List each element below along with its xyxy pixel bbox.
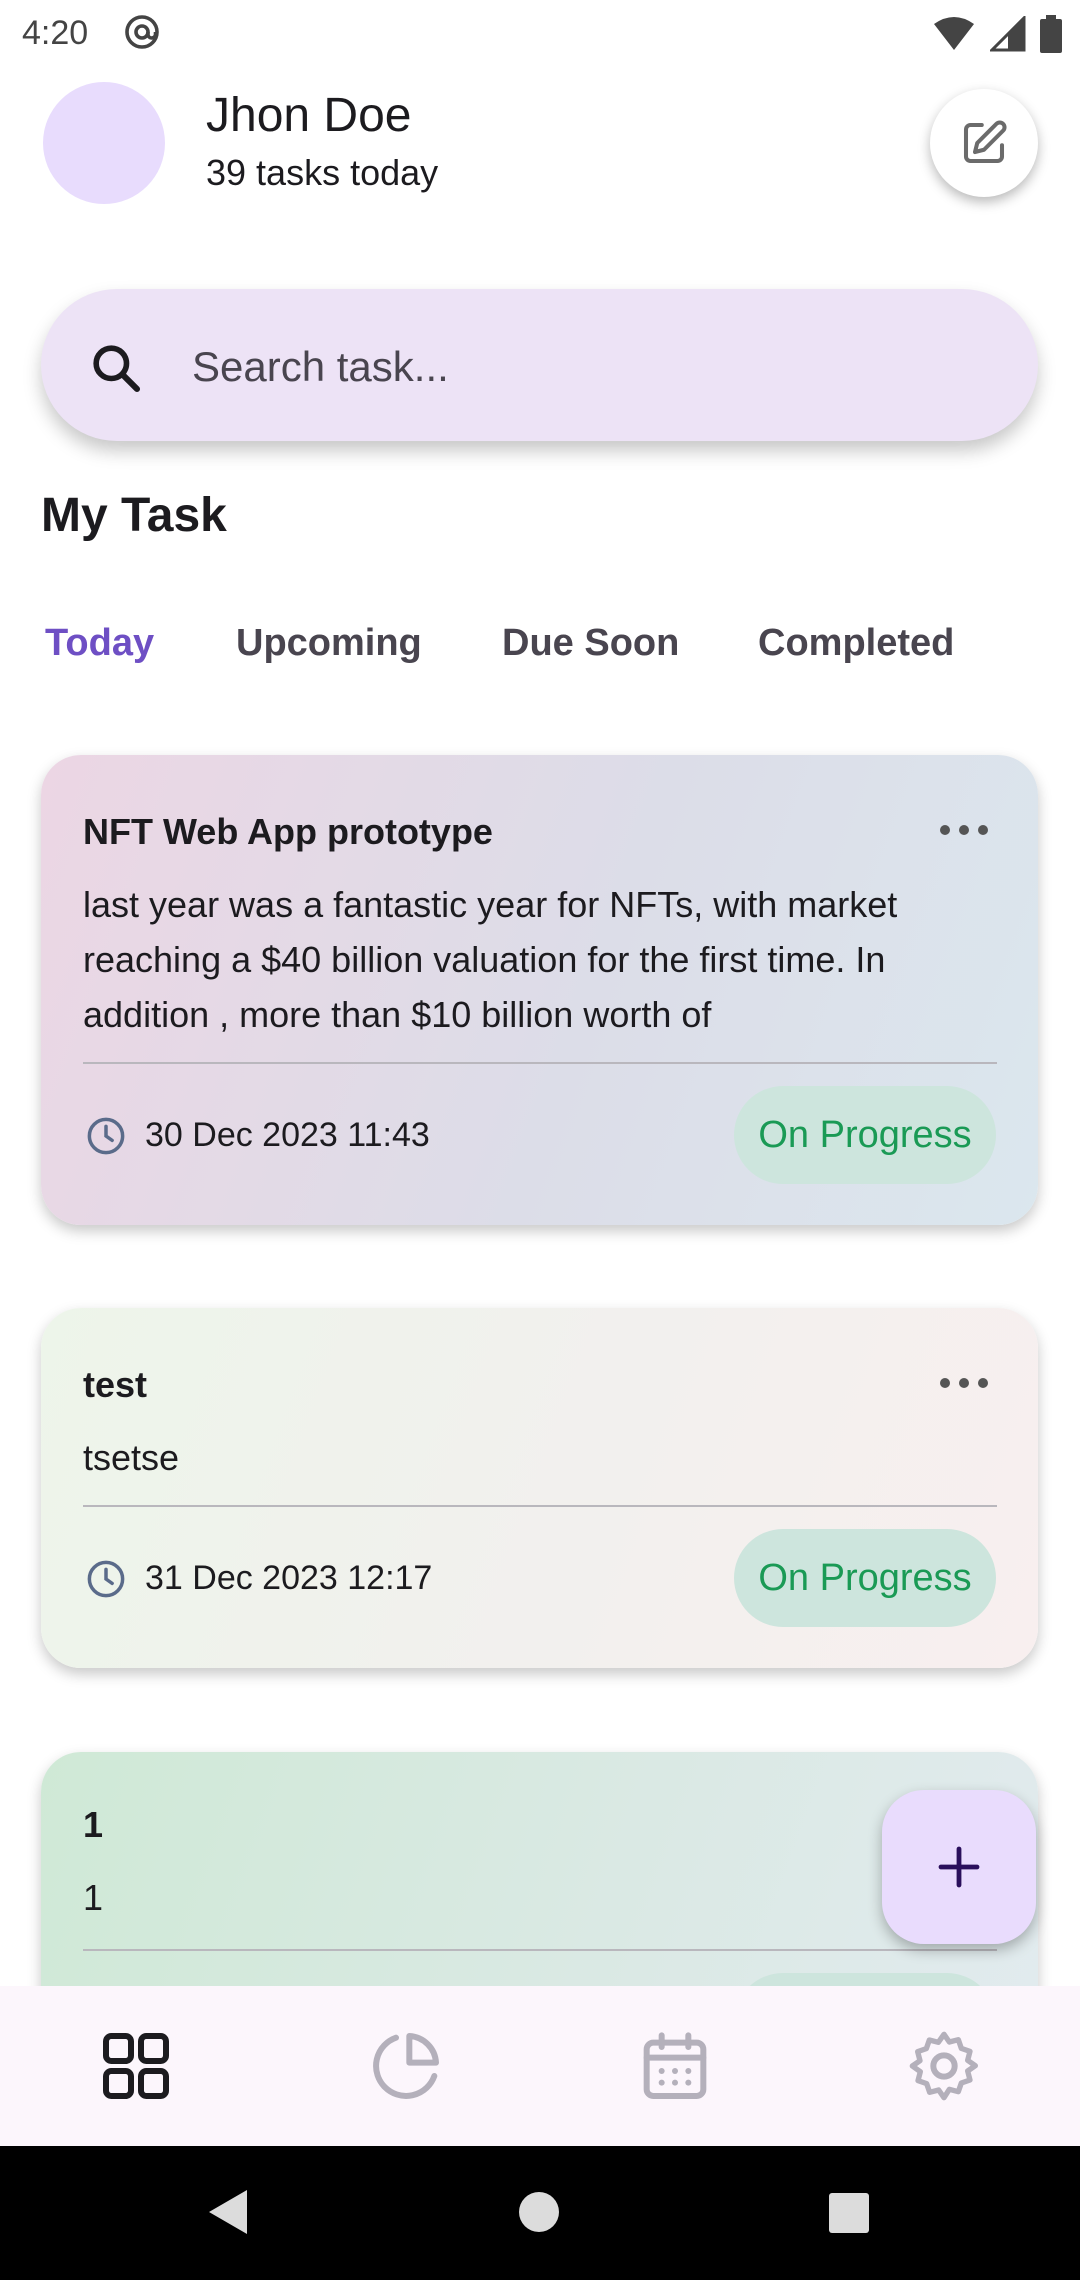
- gear-icon[interactable]: [904, 2026, 984, 2106]
- more-options-icon[interactable]: [940, 1376, 988, 1390]
- status-time: 4:20: [22, 14, 89, 52]
- task-description: tsetse: [83, 1437, 180, 1478]
- cellular-signal-icon: [990, 16, 1026, 52]
- system-nav-bar: [0, 2146, 1080, 2280]
- status-badge[interactable]: On Progress: [734, 1086, 996, 1184]
- task-title: test: [83, 1364, 148, 1405]
- task-description: last year was a fantastic year for NFTs,…: [83, 884, 898, 1035]
- card-divider: [83, 1949, 997, 1951]
- calendar-icon[interactable]: [635, 2026, 715, 2106]
- task-description: 1: [83, 1877, 104, 1918]
- pie-chart-icon[interactable]: [366, 2026, 446, 2106]
- status-badge[interactable]: On Progress: [734, 1529, 996, 1627]
- task-card[interactable]: test tsetse 31 Dec 2023 12:17 On Progres…: [41, 1308, 1038, 1668]
- edit-icon: [963, 120, 1007, 164]
- more-options-icon[interactable]: [940, 823, 988, 837]
- tab-today[interactable]: Today: [45, 622, 154, 665]
- clock-icon: [87, 1560, 125, 1598]
- task-date: 31 Dec 2023 12:17: [145, 1559, 433, 1597]
- clock-icon: [87, 1117, 125, 1155]
- tab-due-soon[interactable]: Due Soon: [502, 622, 679, 665]
- edit-button[interactable]: [930, 89, 1038, 197]
- task-title: 1: [83, 1804, 104, 1845]
- status-icons: [932, 14, 1062, 54]
- tab-completed[interactable]: Completed: [758, 622, 954, 665]
- card-divider: [83, 1505, 997, 1507]
- avatar[interactable]: [43, 82, 165, 204]
- tab-upcoming[interactable]: Upcoming: [236, 622, 422, 665]
- task-card[interactable]: NFT Web App prototype last year was a fa…: [41, 755, 1038, 1225]
- section-title: My Task: [41, 489, 227, 542]
- search-icon: [93, 345, 141, 393]
- bottom-nav: [0, 1986, 1080, 2146]
- home-icon[interactable]: [517, 2190, 561, 2234]
- recents-icon[interactable]: [828, 2192, 870, 2234]
- grid-icon[interactable]: [96, 2026, 176, 2106]
- add-task-button[interactable]: [882, 1790, 1036, 1944]
- task-date: 30 Dec 2023 11:43: [145, 1116, 430, 1154]
- user-name: Jhon Doe: [206, 89, 412, 142]
- at-sign-icon: [125, 15, 159, 49]
- search-input[interactable]: [190, 334, 974, 400]
- task-title: NFT Web App prototype: [83, 811, 493, 852]
- task-count: 39 tasks today: [206, 152, 439, 193]
- plus-icon: [938, 1846, 980, 1888]
- battery-icon: [1040, 15, 1062, 53]
- wifi-icon: [934, 17, 974, 50]
- back-icon[interactable]: [205, 2188, 249, 2236]
- card-divider: [83, 1062, 997, 1064]
